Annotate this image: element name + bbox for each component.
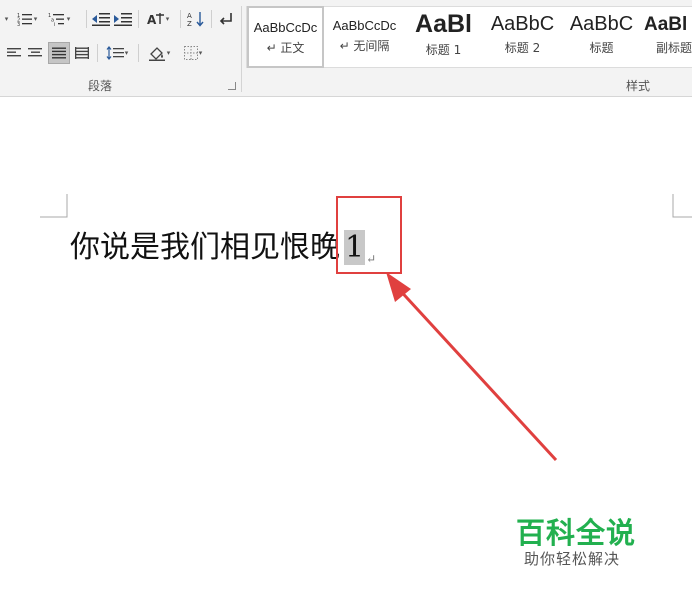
svg-text:A: A xyxy=(187,12,192,20)
ribbon: ▾ 1 2 3 ▾ 1 a i ▾ A ▾ AZ ▾ ▾ ▾ 段落 AaBbCc… xyxy=(0,0,692,97)
styles-group-label: 样式 xyxy=(626,79,651,93)
style-name: 副标题 xyxy=(656,41,692,55)
watermark-subtitle: 助你轻松解决 xyxy=(524,550,621,568)
style-heading-1[interactable]: AaBl 标题 1 xyxy=(405,6,482,68)
distributed-icon xyxy=(75,47,89,59)
margin-corner-mark-left xyxy=(40,194,68,218)
line-spacing-icon xyxy=(106,46,124,60)
paragraph-dialog-launcher[interactable] xyxy=(228,82,236,90)
style-sample: AaBl xyxy=(644,14,688,35)
paragraph-group-label: 段落 xyxy=(88,79,113,93)
numbering-icon: 123 xyxy=(17,13,32,26)
show-marks-icon xyxy=(219,13,232,25)
style-name: 标题 2 xyxy=(504,41,541,55)
style-name: ↵ 无间隔 xyxy=(339,39,390,53)
numbering-button[interactable]: 1 2 3 ▾ xyxy=(13,9,41,29)
style-sample: AaBbCcDc xyxy=(253,20,318,35)
chinese-layout-button[interactable]: A ▾ xyxy=(143,9,173,29)
style-heading-2[interactable]: AaBbC 标题 2 xyxy=(484,6,561,68)
decrease-indent-button[interactable] xyxy=(91,9,111,29)
borders-icon xyxy=(183,46,198,60)
bullets-dropdown-caret[interactable]: ▾ xyxy=(0,9,12,29)
style-no-spacing[interactable]: AaBbCcDc ↵ 无间隔 xyxy=(326,6,403,68)
shading-button[interactable]: ▾ xyxy=(143,43,175,63)
sort-icon: AZ xyxy=(187,12,204,27)
justify-icon xyxy=(52,47,66,59)
borders-button[interactable]: ▾ xyxy=(178,43,208,63)
decrease-indent-icon xyxy=(92,13,110,26)
sort-button[interactable]: AZ xyxy=(186,9,206,29)
watermark-title: 百科全说 xyxy=(516,516,637,550)
align-center-icon xyxy=(28,48,42,57)
style-sample: AaBbC xyxy=(490,13,555,35)
align-left-button[interactable] xyxy=(4,43,24,63)
line-spacing-button[interactable]: ▾ xyxy=(102,43,132,63)
document-text-line[interactable]: 你说是我们相见恨晚 1 ↵ xyxy=(70,222,376,266)
multilevel-list-button[interactable]: 1 a i ▾ xyxy=(42,9,76,29)
body-text: 你说是我们相见恨晚 xyxy=(70,230,340,265)
annotation-highlight-box xyxy=(336,196,402,274)
style-title[interactable]: AaBbC 标题 xyxy=(563,6,640,68)
show-marks-button[interactable] xyxy=(216,9,236,29)
svg-text:A: A xyxy=(147,13,157,26)
chinese-layout-icon: A xyxy=(147,13,164,26)
style-name: 标题 xyxy=(589,41,614,55)
svg-text:Z: Z xyxy=(187,20,192,27)
align-left-icon xyxy=(7,48,21,57)
increase-indent-icon xyxy=(114,13,132,26)
increase-indent-button[interactable] xyxy=(113,9,133,29)
style-normal[interactable]: AaBbCcDc ↵ 正文 xyxy=(247,6,324,68)
style-sample: AaBbCcDc xyxy=(332,18,397,33)
multilevel-list-icon: 1ai xyxy=(48,13,64,26)
svg-text:3: 3 xyxy=(17,22,20,26)
group-divider xyxy=(241,6,242,92)
style-sample: AaBl xyxy=(415,10,472,38)
style-sample: AaBbC xyxy=(569,13,634,35)
justify-button[interactable] xyxy=(48,42,70,64)
distributed-button[interactable] xyxy=(72,43,92,63)
style-name: 标题 1 xyxy=(425,43,462,57)
align-center-button[interactable] xyxy=(25,43,45,63)
style-subtitle[interactable]: AaBl 副标题 xyxy=(642,6,692,68)
style-name: ↵ 正文 xyxy=(266,41,305,55)
svg-text:i: i xyxy=(54,22,55,26)
margin-corner-mark-right xyxy=(672,194,692,218)
shading-icon xyxy=(148,47,165,61)
